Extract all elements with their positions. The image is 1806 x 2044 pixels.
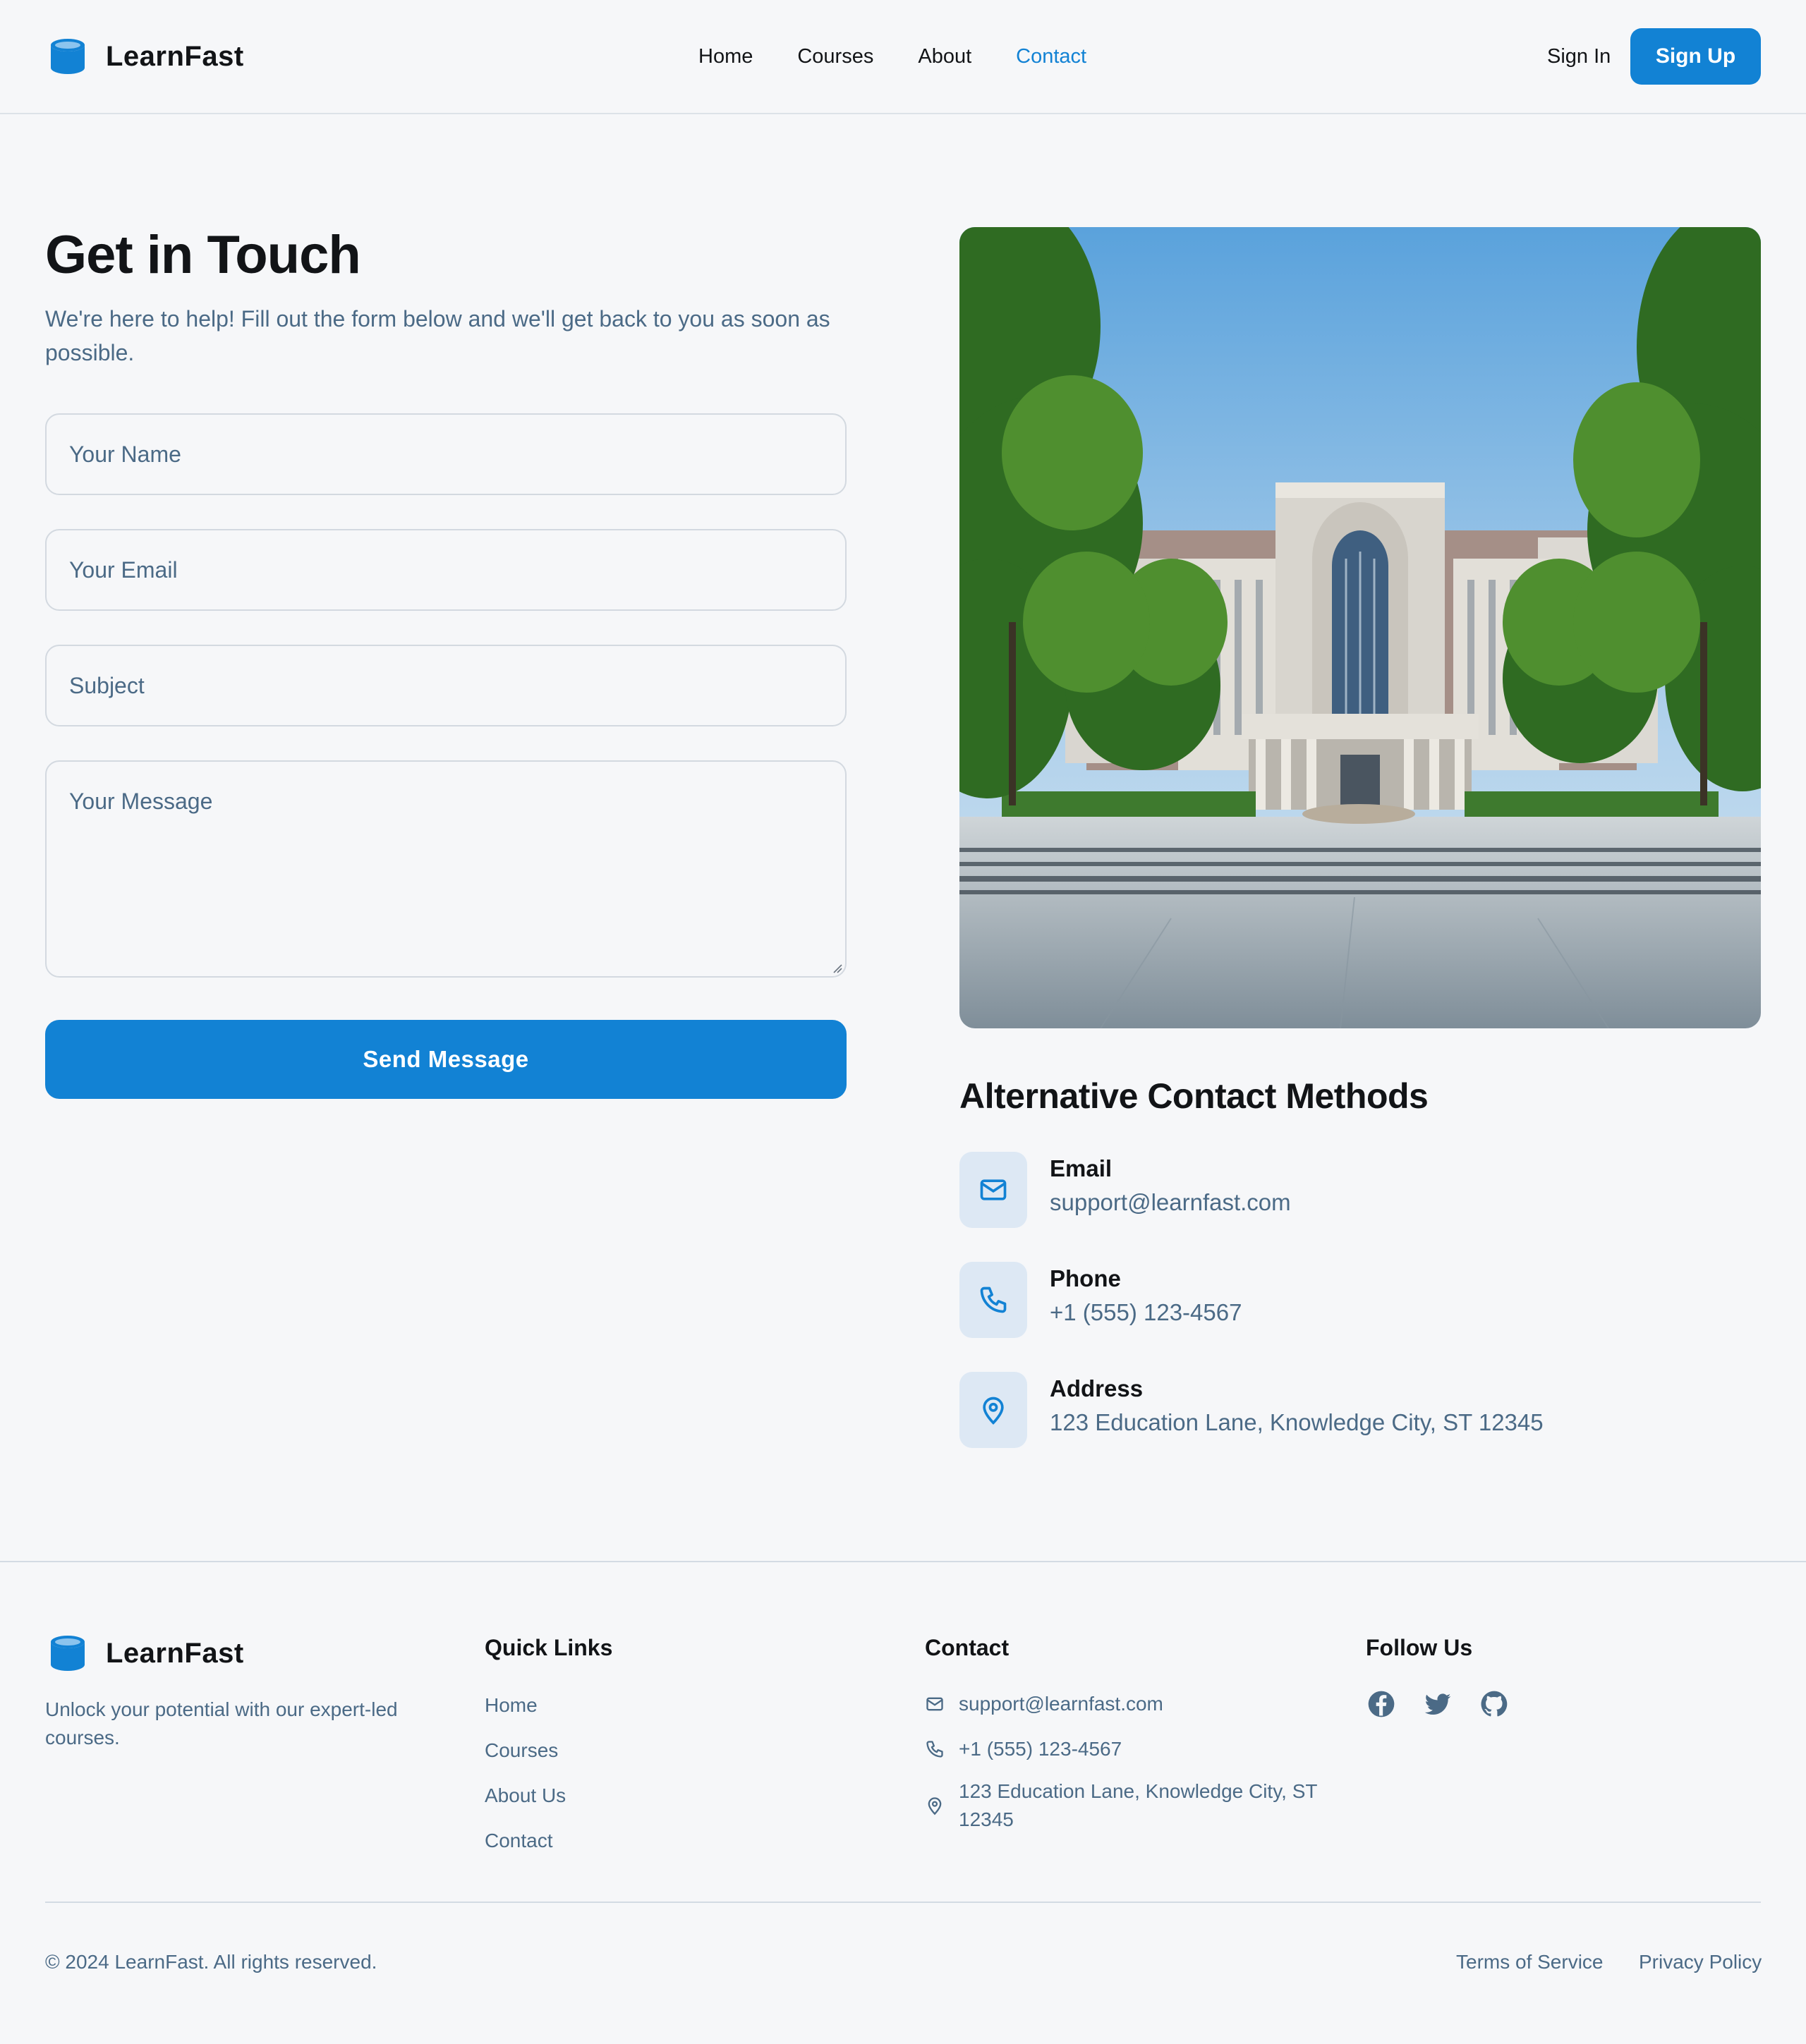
- phone-label: Phone: [1050, 1265, 1121, 1291]
- address-label: Address: [1050, 1375, 1144, 1401]
- footer-phone-text: +1 (555) 123-4567: [959, 1738, 1122, 1760]
- follow-us-heading: Follow Us: [1366, 1635, 1473, 1660]
- footer-divider: [0, 1561, 1806, 1562]
- contact-method-address: Address 123 Education Lane, Knowledge Ci…: [959, 1372, 1761, 1449]
- campus-building-illustration: [959, 227, 1761, 1028]
- quick-links-heading: Quick Links: [485, 1635, 613, 1660]
- database-logo-icon: [51, 39, 85, 74]
- mail-icon: [980, 1179, 1007, 1200]
- footer-tagline: Unlock your potential with our expert-le…: [45, 1698, 398, 1748]
- footer-link-about[interactable]: About Us: [485, 1782, 566, 1810]
- facebook-icon[interactable]: [1366, 1689, 1397, 1720]
- name-placeholder: Your Name: [69, 441, 181, 467]
- footer-link-contact[interactable]: Contact: [485, 1827, 553, 1855]
- send-message-button[interactable]: Send Message: [45, 1020, 847, 1099]
- nav-about[interactable]: About: [918, 42, 971, 71]
- contact-method-email: Email support@learnfast.com: [959, 1152, 1761, 1229]
- nav-home[interactable]: Home: [698, 42, 753, 71]
- github-icon[interactable]: [1479, 1689, 1510, 1720]
- name-input[interactable]: Your Name: [45, 413, 847, 495]
- address-value: 123 Education Lane, Knowledge City, ST 1…: [1050, 1409, 1544, 1435]
- map-pin-icon-box: [959, 1372, 1027, 1448]
- campus-building-photo: [959, 227, 1761, 1028]
- terms-of-service-link[interactable]: Terms of Service: [1456, 1948, 1604, 1976]
- phone-value[interactable]: +1 (555) 123-4567: [1050, 1297, 1242, 1328]
- sign-in-link[interactable]: Sign In: [1547, 42, 1611, 71]
- contact-method-phone: Phone +1 (555) 123-4567: [959, 1262, 1761, 1339]
- footer-phone[interactable]: +1 (555) 123-4567: [925, 1735, 1354, 1763]
- nav-contact[interactable]: Contact: [1016, 42, 1086, 71]
- footer-address: 123 Education Lane, Knowledge City, ST 1…: [925, 1777, 1326, 1834]
- message-placeholder: Your Message: [69, 789, 213, 814]
- database-logo-icon: [51, 1636, 85, 1671]
- email-placeholder: Your Email: [69, 556, 178, 583]
- alternative-contact-title: Alternative Contact Methods: [959, 1076, 1429, 1116]
- mail-icon-box: [959, 1152, 1027, 1228]
- page-subtitle: We're here to help! Fill out the form be…: [45, 306, 830, 365]
- footer-brand-name: LearnFast: [106, 1637, 244, 1669]
- footer-brand-logo[interactable]: LearnFast: [45, 1632, 244, 1674]
- copyright-text: © 2024 LearnFast. All rights reserved.: [45, 1951, 377, 1973]
- subject-placeholder: Subject: [69, 672, 145, 698]
- sign-up-button[interactable]: Sign Up: [1630, 28, 1761, 85]
- resize-handle-icon[interactable]: [831, 962, 842, 973]
- footer-bottom-divider: [45, 1902, 1761, 1903]
- brand-logo[interactable]: LearnFast: [45, 35, 244, 78]
- nav-courses[interactable]: Courses: [797, 42, 873, 71]
- message-textarea[interactable]: Your Message: [45, 760, 847, 978]
- map-pin-icon: [983, 1397, 1004, 1425]
- footer-link-courses[interactable]: Courses: [485, 1736, 558, 1765]
- main-nav: Home Courses About Contact: [698, 42, 1131, 71]
- email-value[interactable]: support@learnfast.com: [1050, 1187, 1291, 1218]
- privacy-policy-link[interactable]: Privacy Policy: [1639, 1948, 1762, 1976]
- phone-icon: [925, 1735, 946, 1763]
- footer-email-text: support@learnfast.com: [959, 1693, 1163, 1715]
- phone-icon-box: [959, 1262, 1027, 1338]
- brand-name: LearnFast: [106, 40, 244, 72]
- map-pin-icon: [925, 1777, 946, 1834]
- email-input[interactable]: Your Email: [45, 529, 847, 611]
- twitter-icon[interactable]: [1422, 1689, 1453, 1720]
- phone-icon: [980, 1286, 1007, 1313]
- footer-link-home[interactable]: Home: [485, 1691, 538, 1720]
- footer-email[interactable]: support@learnfast.com: [925, 1690, 1354, 1718]
- email-label: Email: [1050, 1155, 1113, 1181]
- footer-contact-heading: Contact: [925, 1635, 1010, 1660]
- footer-address-text: 123 Education Lane, Knowledge City, ST 1…: [959, 1780, 1317, 1830]
- mail-icon: [925, 1690, 946, 1718]
- subject-input[interactable]: Subject: [45, 645, 847, 726]
- site-header: LearnFast Home Courses About Contact Sig…: [0, 0, 1806, 114]
- page-title: Get in Touch: [45, 225, 361, 285]
